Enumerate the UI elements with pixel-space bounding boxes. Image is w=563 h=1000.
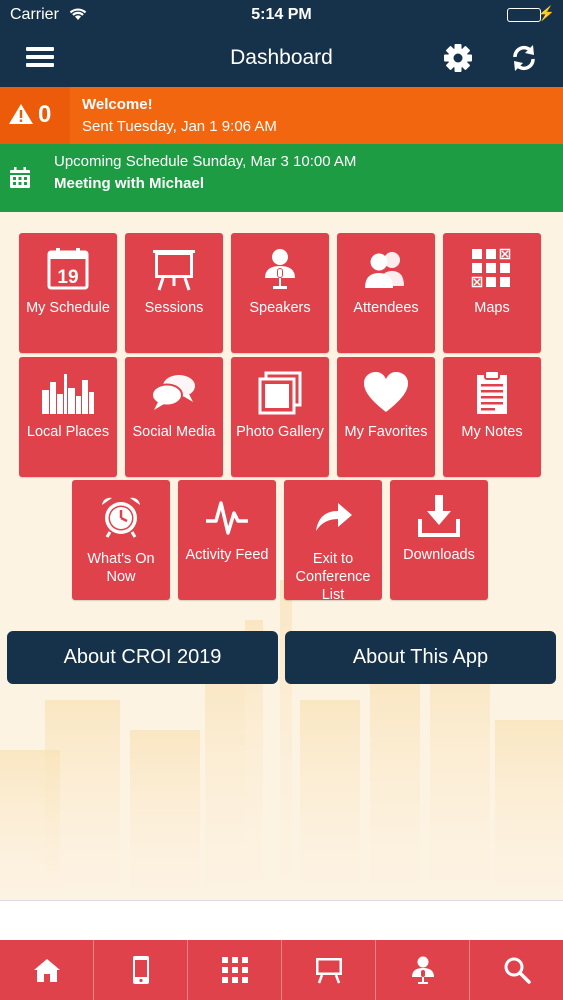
alert-title: Welcome! <box>82 96 153 113</box>
alert-count: 0 <box>38 101 52 128</box>
photos-icon <box>231 367 329 419</box>
schedule-event: Meeting with Michael <box>54 175 205 192</box>
page-title: Dashboard <box>230 46 333 69</box>
status-time: 5:14 PM <box>251 6 312 23</box>
status-bar: Carrier 5:14 PM ⚡ <box>0 0 563 30</box>
tile-exit-to-conference-list[interactable]: Exit to Conference List <box>284 480 382 603</box>
alarm-clock-icon <box>72 490 170 542</box>
city-skyline-background <box>0 580 563 900</box>
about-app-button[interactable]: About This App <box>285 631 556 684</box>
tile-sessions[interactable]: Sessions <box>125 233 223 353</box>
tile-my-notes[interactable]: My Notes <box>443 357 541 477</box>
upcoming-schedule-bar[interactable]: Upcoming Schedule Sunday, Mar 3 10:00 AM… <box>0 144 563 212</box>
gear-icon[interactable] <box>440 40 476 76</box>
tab-sessions[interactable] <box>282 940 376 1000</box>
tile-local-places[interactable]: Local Places <box>19 357 117 477</box>
mobile-device-icon <box>132 956 149 984</box>
home-icon <box>33 959 60 982</box>
tile-my-favorites[interactable]: My Favorites <box>337 357 435 477</box>
tile-activity-feed[interactable]: Activity Feed <box>178 480 276 600</box>
calendar-icon <box>8 166 32 195</box>
content-footer-strip <box>0 900 563 940</box>
calendar-day-text: 19 <box>57 267 78 288</box>
message-alert-bar[interactable]: 0 Welcome! Sent Tuesday, Jan 1 9:06 AM <box>0 87 563 144</box>
pulse-icon <box>178 490 276 542</box>
speaker-podium-icon <box>411 956 434 984</box>
tile-speakers[interactable]: Speakers <box>231 233 329 353</box>
tile-label: Exit to Conference List <box>295 551 371 603</box>
tile-label: Attendees <box>353 300 419 316</box>
tile-attendees[interactable]: Attendees <box>337 233 435 353</box>
clipboard-icon <box>443 367 541 419</box>
tile-social-media[interactable]: Social Media <box>125 357 223 477</box>
tab-maps[interactable] <box>188 940 282 1000</box>
tile-label: My Notes <box>461 424 523 440</box>
tile-label: Social Media <box>132 424 216 440</box>
tile-label: Maps <box>474 300 510 316</box>
city-skyline-icon <box>19 367 117 419</box>
tile-my-schedule[interactable]: 19 My Schedule <box>19 233 117 353</box>
tab-device[interactable] <box>94 940 188 1000</box>
charging-bolt-icon: ⚡ <box>537 5 555 21</box>
share-arrow-icon <box>284 490 382 542</box>
nav-bar: Dashboard <box>0 30 563 87</box>
tile-photo-gallery[interactable]: Photo Gallery <box>231 357 329 477</box>
people-icon <box>337 243 435 295</box>
calendar-icon: 19 <box>19 243 117 295</box>
chat-bubbles-icon <box>125 367 223 419</box>
map-grid-icon <box>221 957 248 983</box>
search-icon <box>504 957 531 984</box>
warning-icon <box>8 103 34 130</box>
refresh-icon[interactable] <box>506 40 542 76</box>
tile-label: Downloads <box>403 547 475 563</box>
tile-whats-on-now[interactable]: What's On Now <box>72 480 170 600</box>
alert-subtitle: Sent Tuesday, Jan 1 9:06 AM <box>82 118 277 135</box>
tile-downloads[interactable]: Downloads <box>390 480 488 600</box>
tab-speakers[interactable] <box>376 940 470 1000</box>
tab-search[interactable] <box>470 940 563 1000</box>
presentation-board-icon <box>125 243 223 295</box>
heart-icon <box>337 367 435 419</box>
tile-label: Speakers <box>249 300 311 316</box>
speaker-podium-icon <box>231 243 329 295</box>
presentation-board-icon <box>315 958 342 984</box>
tile-label: Local Places <box>26 424 110 440</box>
tile-label: Photo Gallery <box>236 424 324 440</box>
schedule-datetime: Upcoming Schedule Sunday, Mar 3 10:00 AM <box>54 153 357 170</box>
tile-label: Activity Feed <box>185 547 269 563</box>
tile-label: My Favorites <box>344 424 428 440</box>
tab-home[interactable] <box>0 940 94 1000</box>
battery-icon <box>507 8 541 22</box>
tile-label: My Schedule <box>26 300 110 316</box>
map-grid-icon <box>443 243 541 295</box>
tile-label: What's On Now <box>87 551 155 585</box>
tile-maps[interactable]: Maps <box>443 233 541 353</box>
about-event-button[interactable]: About CROI 2019 <box>7 631 278 684</box>
download-tray-icon <box>390 490 488 542</box>
tile-label: Sessions <box>144 300 204 316</box>
bottom-tab-bar <box>0 940 563 1000</box>
